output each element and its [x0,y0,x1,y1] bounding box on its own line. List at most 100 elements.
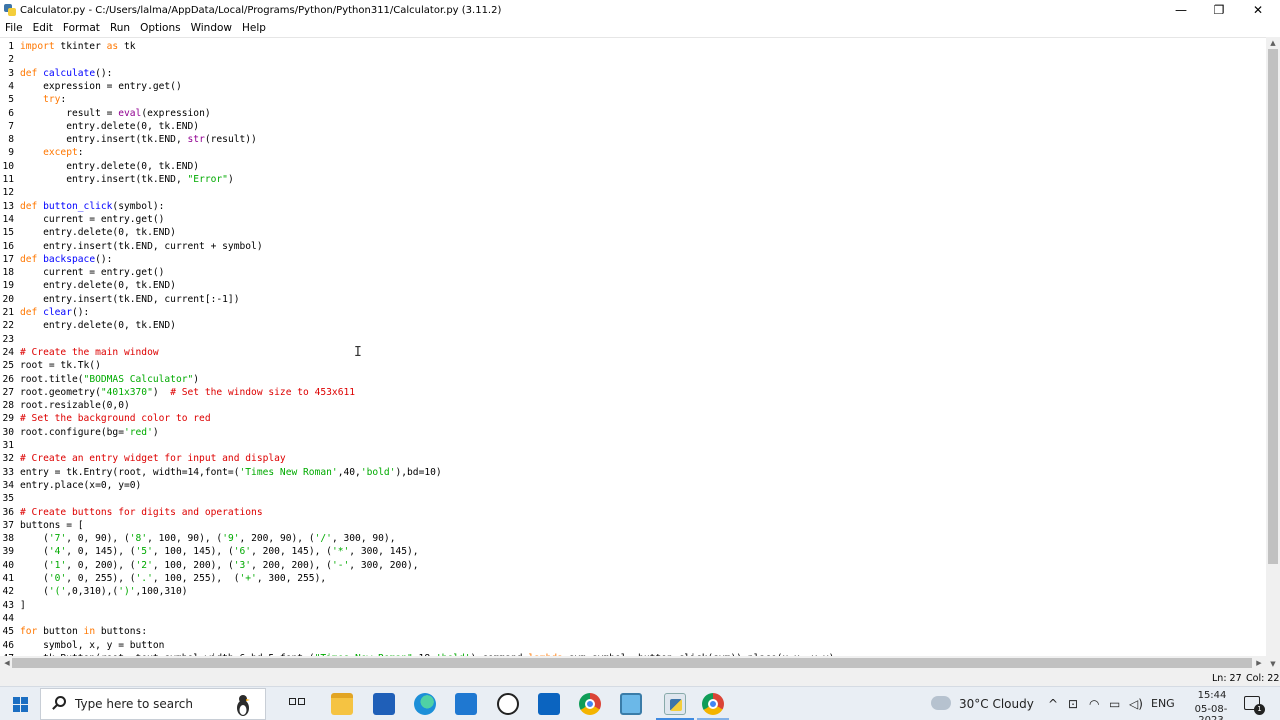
code-line[interactable]: 46 symbol, x, y = button [0,639,1266,652]
code-line[interactable]: 25 root = tk.Tk() [0,359,1266,372]
code-line[interactable]: 22 entry.delete(0, tk.END) [0,319,1266,332]
code-text[interactable]: # Create buttons for digits and operatio… [20,506,263,519]
code-line[interactable]: 20 entry.insert(tk.END, current[:-1]) [0,293,1266,306]
code-line[interactable]: 27 root.geometry("401x370") # Set the win… [0,386,1266,399]
clock-time[interactable]: 15:44 [1190,690,1234,701]
code-text[interactable]: def backspace(): [20,253,112,266]
menu-format[interactable]: Format [58,20,105,36]
code-text[interactable]: except: [20,146,83,159]
code-line[interactable]: 3 def calculate(): [0,67,1266,80]
code-text[interactable]: entry.delete(0, tk.END) [20,226,176,239]
code-line[interactable]: 40 ('1', 0, 200), ('2', 100, 200), ('3',… [0,559,1266,572]
code-line[interactable]: 9 except: [0,146,1266,159]
code-line[interactable]: 1 import tkinter as tk [0,40,1266,53]
code-line[interactable]: 21 def clear(): [0,306,1266,319]
code-text[interactable]: ('(',0,310),(')',100,310) [20,585,187,598]
menu-run[interactable]: Run [105,20,135,36]
horizontal-scroll-thumb[interactable] [12,658,1252,668]
code-text[interactable]: entry.insert(tk.END, current[:-1]) [20,293,239,306]
weather-text[interactable]: 30°C Cloudy [959,697,1034,711]
code-line[interactable]: 24 # Create the main window [0,346,1266,359]
code-text[interactable]: entry.delete(0, tk.END) [20,160,199,173]
code-line[interactable]: 2 [0,53,1266,66]
code-line[interactable]: 41 ('0', 0, 255), ('.', 100, 255), ('+',… [0,572,1266,585]
vertical-scroll-thumb[interactable] [1268,49,1278,564]
code-editor[interactable]: 1 import tkinter as tk 2 3 def calculate(): 4… [0,37,1266,670]
code-line[interactable]: 29 # Set the background color to red [0,412,1266,425]
code-line[interactable]: 10 entry.delete(0, tk.END) [0,160,1266,173]
clock-date[interactable]: 05-08-2023 [1182,704,1240,720]
code-text[interactable]: current = entry.get() [20,213,164,226]
code-text[interactable]: root.geometry("401x370") # Set the windo… [20,386,355,399]
microsoft-store-icon[interactable] [373,693,395,715]
code-text[interactable]: ('1', 0, 200), ('2', 100, 200), ('3', 20… [20,559,418,572]
code-line[interactable]: 16 entry.insert(tk.END, current + symbol… [0,240,1266,253]
code-text[interactable]: current = entry.get() [20,266,164,279]
dell-icon[interactable] [497,693,519,715]
code-line[interactable]: 33 entry = tk.Entry(root, width=14,font=(… [0,466,1266,479]
code-text[interactable]: def clear(): [20,306,89,319]
code-text[interactable]: def button_click(symbol): [20,200,164,213]
wifi-icon[interactable]: ◠ [1089,697,1099,711]
code-text[interactable]: # Set the background color to red [20,412,211,425]
code-line[interactable]: 14 current = entry.get() [0,213,1266,226]
code-text[interactable]: root = tk.Tk() [20,359,101,372]
code-line[interactable]: 6 result = eval(expression) [0,107,1266,120]
code-text[interactable]: root.title("BODMAS Calculator") [20,373,199,386]
scroll-up-icon[interactable]: ▲ [1266,37,1280,49]
code-line[interactable]: 45 for button in buttons: [0,625,1266,638]
volume-icon[interactable]: ◁) [1129,697,1143,711]
code-line[interactable]: 31 [0,439,1266,452]
outlook-icon[interactable] [538,693,560,715]
taskbar-search[interactable]: Type here to search [40,688,266,720]
code-line[interactable]: 12 [0,186,1266,199]
chrome-icon[interactable] [579,693,601,715]
code-text[interactable]: root.configure(bg='red') [20,426,159,439]
scroll-right-icon[interactable]: ▶ [1252,657,1266,669]
code-line[interactable]: 23 [0,333,1266,346]
code-line[interactable]: 4 expression = entry.get() [0,80,1266,93]
code-text[interactable]: symbol, x, y = button [20,639,164,652]
code-line[interactable]: 5 try: [0,93,1266,106]
code-line[interactable]: 26 root.title("BODMAS Calculator") [0,373,1266,386]
menu-help[interactable]: Help [237,20,271,36]
minimize-button[interactable]: — [1161,0,1201,20]
code-line[interactable]: 38 ('7', 0, 90), ('8', 100, 90), ('9', 2… [0,532,1266,545]
code-text[interactable]: entry.insert(tk.END, current + symbol) [20,240,263,253]
code-text[interactable]: def calculate(): [20,67,112,80]
mail-icon[interactable] [455,693,477,715]
code-line[interactable]: 7 entry.delete(0, tk.END) [0,120,1266,133]
menu-window[interactable]: Window [186,20,237,36]
monitor-icon[interactable] [620,693,642,715]
code-text[interactable]: buttons = [ [20,519,84,532]
cloud-icon[interactable] [931,696,951,710]
close-button[interactable]: ✕ [1238,0,1278,20]
code-text[interactable]: for button in buttons: [20,625,147,638]
menu-edit[interactable]: Edit [28,20,58,36]
code-line[interactable]: 36 # Create buttons for digits and operat… [0,506,1266,519]
code-text[interactable]: ('0', 0, 255), ('.', 100, 255), ('+', 30… [20,572,326,585]
vertical-scrollbar[interactable]: ▲ ▼ [1266,37,1280,670]
code-line[interactable]: 37 buttons = [ [0,519,1266,532]
task-view-icon[interactable] [289,695,307,713]
code-text[interactable]: entry.place(x=0, y=0) [20,479,141,492]
code-text[interactable]: try: [20,93,66,106]
network-icon[interactable]: ⊡ [1068,697,1078,711]
language-indicator[interactable]: ENG [1151,697,1175,710]
code-text[interactable]: # Create the main window [20,346,159,359]
code-text[interactable]: ('4', 0, 145), ('5', 100, 145), ('6', 20… [20,545,418,558]
edge-icon[interactable] [414,693,436,715]
menu-file[interactable]: File [0,20,28,36]
code-line[interactable]: 39 ('4', 0, 145), ('5', 100, 145), ('6',… [0,545,1266,558]
battery-icon[interactable]: ▭ [1109,697,1120,711]
tray-chevron-icon[interactable]: ^ [1048,697,1058,711]
code-text[interactable]: entry.delete(0, tk.END) [20,319,176,332]
code-line[interactable]: 15 entry.delete(0, tk.END) [0,226,1266,239]
code-line[interactable]: 28 root.resizable(0,0) [0,399,1266,412]
code-text[interactable]: entry = tk.Entry(root, width=14,font=('T… [20,466,442,479]
code-line[interactable]: 32 # Create an entry widget for input and… [0,452,1266,465]
code-line[interactable]: 30 root.configure(bg='red') [0,426,1266,439]
horizontal-scrollbar[interactable]: ◀ ▶ [0,656,1266,670]
code-line[interactable]: 34 entry.place(x=0, y=0) [0,479,1266,492]
code-text[interactable]: ('7', 0, 90), ('8', 100, 90), ('9', 200,… [20,532,395,545]
